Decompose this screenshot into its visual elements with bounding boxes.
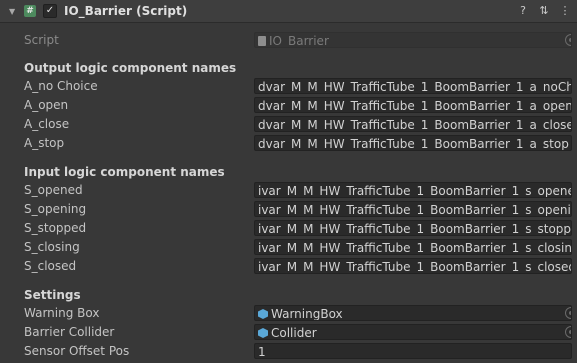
component-header[interactable]: ▼ # ✓ IO_Barrier (Script) ? ⇅ ⋮ — [0, 0, 577, 23]
csharp-script-icon: # — [24, 5, 36, 17]
barrier-collider-label: Barrier Collider — [24, 325, 115, 339]
input-field-stopped[interactable]: ivar_M_M_HW_TrafficTube_1_BoomBarrier_1_… — [254, 220, 572, 236]
input-label: S_closing — [24, 240, 80, 254]
input-field-closed[interactable]: ivar_M_M_HW_TrafficTube_1_BoomBarrier_1_… — [254, 258, 572, 274]
object-picker-icon — [565, 34, 571, 46]
output-row: A_open dvar_M_M_HW_TrafficTube_1_BoomBar… — [0, 96, 577, 114]
output-label: A_stop — [24, 136, 65, 150]
sensor-offset-row: Sensor Offset Pos 1 — [0, 342, 577, 360]
barrier-collider-field[interactable]: Collider — [254, 324, 572, 340]
sensor-offset-field[interactable]: 1 — [254, 343, 572, 359]
script-row: Script IO_Barrier — [0, 31, 577, 49]
sensor-offset-label: Sensor Offset Pos — [24, 344, 130, 358]
output-row: A_stop dvar_M_M_HW_TrafficTube_1_BoomBar… — [0, 134, 577, 152]
script-value: IO_Barrier — [269, 34, 329, 48]
input-row: S_closed ivar_M_M_HW_TrafficTube_1_BoomB… — [0, 257, 577, 275]
input-field-opened[interactable]: ivar_M_M_HW_TrafficTube_1_BoomBarrier_1_… — [254, 182, 572, 198]
output-field-stop[interactable]: dvar_M_M_HW_TrafficTube_1_BoomBarrier_1_… — [254, 135, 572, 151]
output-label: A_open — [24, 98, 69, 112]
input-section-header: Input logic component names — [24, 165, 225, 179]
input-row: S_opened ivar_M_M_HW_TrafficTube_1_BoomB… — [0, 181, 577, 199]
settings-section-header: Settings — [24, 288, 81, 302]
warning-box-label: Warning Box — [24, 306, 100, 320]
output-row: A_no Choice dvar_M_M_HW_TrafficTube_1_Bo… — [0, 77, 577, 95]
output-section-header: Output logic component names — [24, 61, 237, 75]
output-row: A_close dvar_M_M_HW_TrafficTube_1_BoomBa… — [0, 115, 577, 133]
output-field-close[interactable]: dvar_M_M_HW_TrafficTube_1_BoomBarrier_1_… — [254, 116, 572, 132]
output-field-open[interactable]: dvar_M_M_HW_TrafficTube_1_BoomBarrier_1_… — [254, 97, 572, 113]
component-enabled-checkbox[interactable]: ✓ — [43, 4, 57, 18]
output-label: A_close — [24, 117, 70, 131]
output-field-no-choice[interactable]: dvar_M_M_HW_TrafficTube_1_BoomBarrier_1_… — [254, 78, 572, 94]
help-icon[interactable]: ? — [517, 4, 529, 17]
input-row: S_stopped ivar_M_M_HW_TrafficTube_1_Boom… — [0, 219, 577, 237]
input-field-opening[interactable]: ivar_M_M_HW_TrafficTube_1_BoomBarrier_1_… — [254, 201, 572, 217]
barrier-collider-row: Barrier Collider Collider — [0, 323, 577, 341]
object-picker-icon[interactable] — [565, 307, 571, 319]
output-label: A_no Choice — [24, 79, 98, 93]
warning-box-row: Warning Box WarningBox — [0, 304, 577, 322]
input-row: S_closing ivar_M_M_HW_TrafficTube_1_Boom… — [0, 238, 577, 256]
more-vert-icon[interactable]: ⋮ — [559, 4, 571, 17]
gameobject-icon — [258, 328, 268, 338]
gameobject-icon — [258, 309, 268, 319]
input-label: S_stopped — [24, 221, 87, 235]
object-picker-icon[interactable] — [565, 326, 571, 338]
preset-sliders-icon[interactable]: ⇅ — [538, 4, 550, 17]
input-label: S_closed — [24, 259, 77, 273]
input-label: S_opened — [24, 183, 83, 197]
input-row: S_opening ivar_M_M_HW_TrafficTube_1_Boom… — [0, 200, 577, 218]
input-label: S_opening — [24, 202, 87, 216]
script-file-icon — [258, 36, 266, 46]
warning-box-value: WarningBox — [271, 307, 343, 321]
script-label: Script — [24, 33, 59, 47]
component-title: IO_Barrier (Script) — [64, 4, 188, 18]
input-field-closing[interactable]: ivar_M_M_HW_TrafficTube_1_BoomBarrier_1_… — [254, 239, 572, 255]
triangle-down-icon[interactable]: ▼ — [9, 7, 17, 16]
barrier-collider-value: Collider — [271, 326, 317, 340]
script-field: IO_Barrier — [254, 32, 572, 48]
inspector-component-panel: ▼ # ✓ IO_Barrier (Script) ? ⇅ ⋮ Script I… — [0, 0, 577, 363]
warning-box-field[interactable]: WarningBox — [254, 305, 572, 321]
